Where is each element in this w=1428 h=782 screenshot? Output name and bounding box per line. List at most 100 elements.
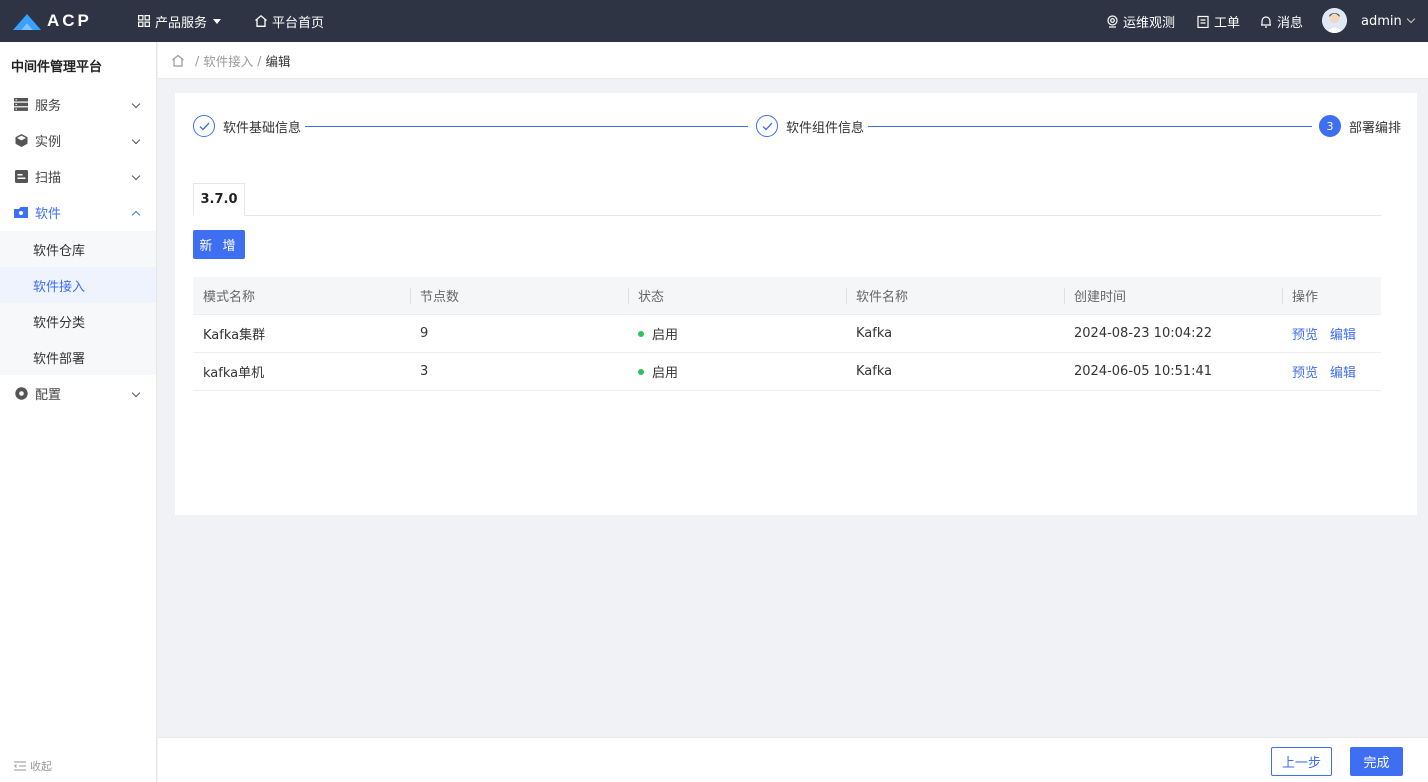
sidebar-item-software-repo[interactable]: 软件仓库 [0, 231, 156, 267]
table-row: Kafka集群 9 启用 Kafka 2024-08-23 10:04:22 预… [193, 315, 1381, 353]
sidebar: 中间件管理平台 服务 实例 扫描 软件 软件仓库 软件接入 软件分类 软件部署 … [0, 42, 157, 782]
chevron-down-icon [131, 135, 141, 145]
bell-icon [1259, 14, 1273, 28]
breadcrumb-separator: / [257, 52, 262, 68]
step-label: 软件组件信息 [786, 120, 865, 136]
camera-icon [1105, 14, 1119, 28]
step-number: 3 [1319, 115, 1341, 137]
chevron-down-icon [131, 388, 141, 398]
software-icon [14, 205, 28, 219]
column-header-node-count: 节点数 [410, 277, 628, 314]
cell-software-name: Kafka [856, 364, 893, 379]
sidebar-item-software-label: 软件 [35, 206, 62, 222]
logo-text: ACP [47, 11, 92, 30]
chevron-down-icon [131, 171, 141, 181]
cell-mode-name: kafka单机 [203, 366, 265, 381]
sidebar-item-config-label: 配置 [35, 387, 62, 403]
clipboard-icon [1196, 14, 1210, 28]
collapse-label: 收起 [30, 760, 52, 773]
messages-link[interactable]: 消息 [1259, 0, 1303, 42]
table-row: kafka单机 3 启用 Kafka 2024-06-05 10:51:41 预… [193, 353, 1381, 391]
collapse-icon [14, 761, 26, 771]
collapse-sidebar-button[interactable]: 收起 [14, 758, 52, 774]
cell-node-count: 9 [420, 326, 429, 341]
step-software-component-info[interactable]: 软件组件信息 [756, 115, 864, 137]
sidebar-item-instance-label: 实例 [35, 134, 62, 150]
column-header-actions: 操作 [1282, 277, 1381, 314]
sidebar-item-software[interactable]: 软件 [0, 194, 156, 230]
scan-icon [14, 169, 28, 183]
sidebar-item-scan-label: 扫描 [35, 170, 62, 186]
chevron-up-icon [131, 210, 141, 220]
cell-created-at: 2024-06-05 10:51:41 [1074, 364, 1213, 379]
sidebar-item-config[interactable]: 配置 [0, 375, 156, 411]
platform-title: 中间件管理平台 [11, 60, 103, 75]
home-icon [254, 14, 268, 28]
acp-logo[interactable]: ACP [13, 9, 92, 33]
logo-mark-icon [13, 14, 41, 30]
edit-link[interactable]: 编辑 [1330, 362, 1356, 381]
tab-divider [193, 215, 1381, 216]
cell-actions: 预览 编辑 [1282, 315, 1381, 352]
sidebar-item-label: 软件仓库 [33, 243, 86, 259]
user-menu[interactable]: admin [1361, 0, 1415, 42]
cell-status: 启用 [628, 315, 846, 352]
status-text: 启用 [652, 366, 679, 381]
ticket-link[interactable]: 工单 [1196, 0, 1240, 42]
grid-icon [137, 14, 151, 28]
products-label: 产品服务 [155, 15, 208, 31]
check-icon [756, 115, 778, 137]
breadcrumb-separator: / [195, 52, 200, 68]
sidebar-item-instance[interactable]: 实例 [0, 122, 156, 158]
column-header-created-at: 创建时间 [1064, 277, 1282, 314]
footer-bar [158, 737, 1428, 782]
preview-link[interactable]: 预览 [1292, 362, 1318, 381]
step-connector [868, 126, 1312, 127]
mode-table: 模式名称 节点数 状态 软件名称 创建时间 操作 Kafka集群 9 启用 Ka… [193, 277, 1381, 391]
cell-node-count: 3 [420, 364, 429, 379]
sidebar-item-software-deploy[interactable]: 软件部署 [0, 339, 156, 375]
breadcrumb-current: 编辑 [265, 53, 291, 69]
sidebar-item-label: 软件接入 [33, 279, 86, 295]
breadcrumb-parent-link[interactable]: 软件接入 [203, 51, 253, 70]
top-header: ACP 产品服务 平台首页 运维观测 工单 消息 admin [0, 0, 1428, 42]
cube-icon [14, 133, 28, 147]
previous-step-button[interactable]: 上一步 [1271, 747, 1332, 776]
breadcrumb: / 软件接入 / 编辑 [158, 42, 1428, 79]
products-menu[interactable]: 产品服务 [137, 0, 222, 42]
finish-button[interactable]: 完成 [1350, 747, 1403, 776]
sidebar-item-software-category[interactable]: 软件分类 [0, 303, 156, 339]
ticket-label: 工单 [1214, 15, 1241, 31]
gear-icon [14, 386, 28, 400]
home-icon[interactable] [171, 54, 185, 67]
cell-created-at: 2024-08-23 10:04:22 [1074, 326, 1213, 341]
sidebar-item-software-access[interactable]: 软件接入 [0, 267, 156, 303]
sidebar-item-service[interactable]: 服务 [0, 86, 156, 122]
step-label: 部署编排 [1349, 120, 1402, 136]
ops-observe-link[interactable]: 运维观测 [1105, 0, 1175, 42]
platform-home-link[interactable]: 平台首页 [254, 0, 324, 42]
cell-mode-name: Kafka集群 [203, 328, 266, 343]
chevron-down-icon [1406, 14, 1415, 24]
preview-link[interactable]: 预览 [1292, 324, 1318, 343]
caret-down-icon [213, 18, 222, 24]
step-label: 软件基础信息 [223, 120, 302, 136]
tab-version[interactable]: 3.7.0 [193, 183, 245, 216]
cell-status: 启用 [628, 353, 846, 390]
add-button[interactable]: 新 增 [193, 230, 245, 259]
user-avatar[interactable] [1322, 8, 1347, 33]
step-deploy-orchestration[interactable]: 3 部署编排 [1319, 115, 1401, 137]
main-panel: 软件基础信息 软件组件信息 3 部署编排 3.7.0 新 增 模式名称 节点数 … [175, 93, 1417, 515]
column-header-software-name: 软件名称 [846, 277, 1064, 314]
platform-home-label: 平台首页 [272, 15, 325, 31]
check-icon [193, 115, 215, 137]
step-software-basic-info[interactable]: 软件基础信息 [193, 115, 301, 137]
step-connector [305, 126, 748, 127]
column-header-status: 状态 [628, 277, 846, 314]
status-dot [638, 330, 644, 337]
status-text: 启用 [652, 328, 679, 343]
ops-observe-label: 运维观测 [1123, 15, 1176, 31]
edit-link[interactable]: 编辑 [1330, 324, 1356, 343]
server-icon [14, 97, 28, 111]
sidebar-item-scan[interactable]: 扫描 [0, 158, 156, 194]
